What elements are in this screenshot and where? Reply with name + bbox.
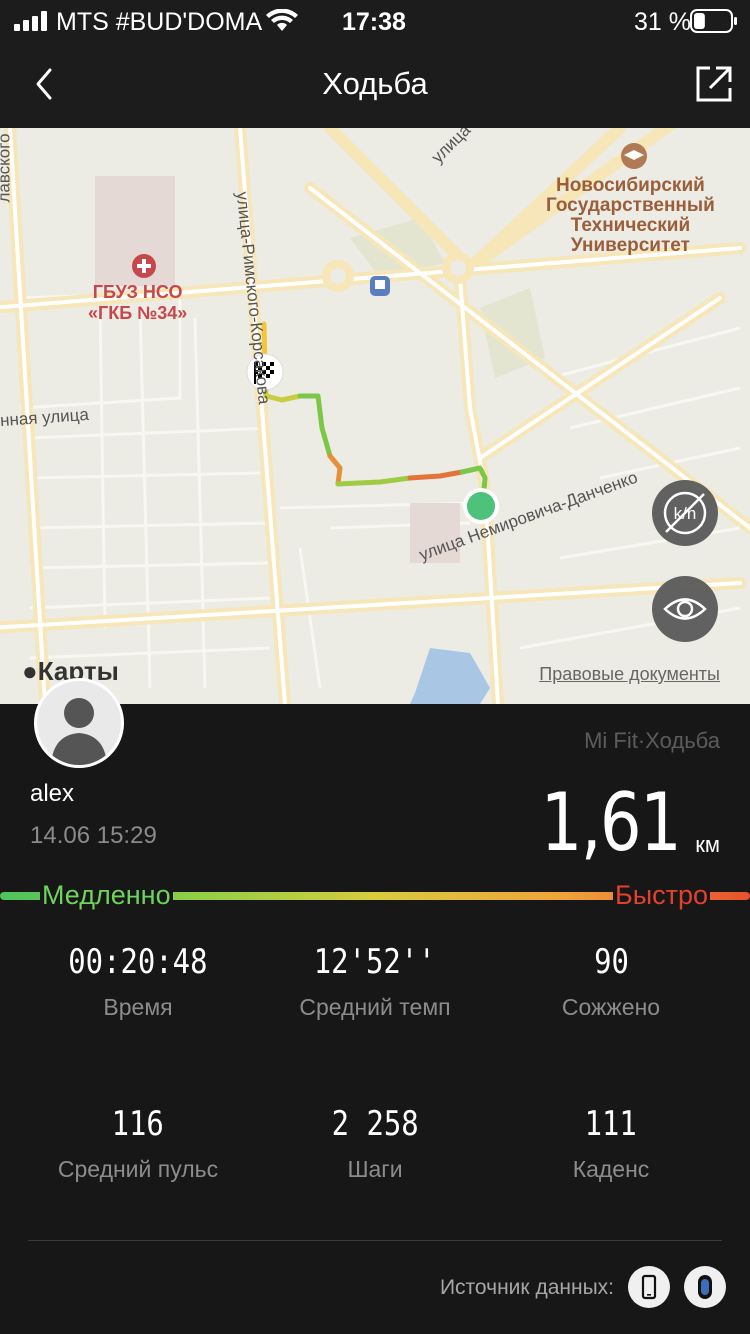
stat-label: Средний пульс: [57, 1156, 219, 1182]
stat-label: Каденс: [572, 1156, 650, 1182]
workout-summary: alex 14.06 15:29 Mi Fit·Ходьба 1,61 км М…: [0, 678, 750, 1334]
distance-unit: км: [695, 832, 720, 857]
stat-value: 116: [111, 1104, 165, 1144]
workout-datetime: 14.06 15:29: [30, 822, 157, 849]
poi-university-label: Новосибирский Государственный Технически…: [546, 175, 715, 256]
stat-label: Сожжено: [561, 994, 661, 1020]
stat-value: 90: [593, 942, 629, 982]
phone-source-icon[interactable]: [628, 1266, 670, 1308]
user-silhouette-icon: [37, 681, 121, 765]
avatar[interactable]: [34, 678, 124, 768]
stat-value: 12'52'': [314, 942, 436, 982]
page-title: Ходьба: [322, 66, 428, 101]
stat-value: 2 258: [331, 1104, 419, 1144]
pace-fast-label: Быстро: [612, 880, 710, 911]
toggle-view-button[interactable]: [652, 576, 718, 642]
nav-bar: Ходьба: [0, 42, 750, 128]
data-source-label: Источник данных:: [439, 1276, 614, 1299]
hide-km-markers-button[interactable]: k/n: [652, 480, 718, 546]
stat-label: Шаги: [347, 1156, 403, 1182]
route-map[interactable]: лавского улица улица-Римского-Корсакова …: [0, 128, 750, 704]
stat-heart-rate: 116 Средний пульс: [13, 1104, 263, 1183]
street-label: лавского: [0, 133, 14, 203]
distance-value: 1,61: [540, 776, 681, 869]
battery-icon: [690, 9, 737, 33]
divider: [28, 1240, 722, 1241]
stat-duration: 00:20:48 Время: [13, 942, 263, 1021]
signal-icon: [14, 11, 47, 31]
share-icon[interactable]: [694, 64, 734, 104]
wifi-icon: [266, 9, 298, 31]
legal-documents-link[interactable]: Правовые документы: [539, 664, 720, 685]
status-bar: MTS #BUD'DOMA 17:38 31 %: [0, 0, 750, 42]
stat-value: 00:20:48: [68, 942, 208, 982]
km-off-icon: k/n: [663, 491, 707, 535]
stat-average-pace: 12'52'' Средний темп: [250, 942, 500, 1021]
battery-percent: 31 %: [634, 8, 691, 36]
stat-value: 111: [584, 1104, 638, 1144]
pace-slow-label: Медленно: [40, 880, 173, 911]
apple-icon: ●: [22, 656, 38, 686]
eye-icon: [663, 598, 707, 620]
clock: 17:38: [342, 8, 406, 36]
workout-source: Mi Fit·Ходьба: [584, 728, 720, 753]
stat-cadence: 111 Каденс: [486, 1104, 736, 1183]
carrier-name: MTS #BUD'DOMA: [56, 8, 263, 36]
stat-calories: 90 Сожжено: [486, 942, 736, 1021]
stat-label: Средний темп: [299, 994, 451, 1020]
stat-label: Время: [103, 994, 173, 1020]
poi-hospital-label: ГБУЗ НСО «ГКБ №34»: [88, 282, 188, 323]
stat-steps: 2 258 Шаги: [250, 1104, 500, 1183]
user-name: alex: [30, 780, 75, 807]
band-source-icon[interactable]: [684, 1266, 726, 1308]
